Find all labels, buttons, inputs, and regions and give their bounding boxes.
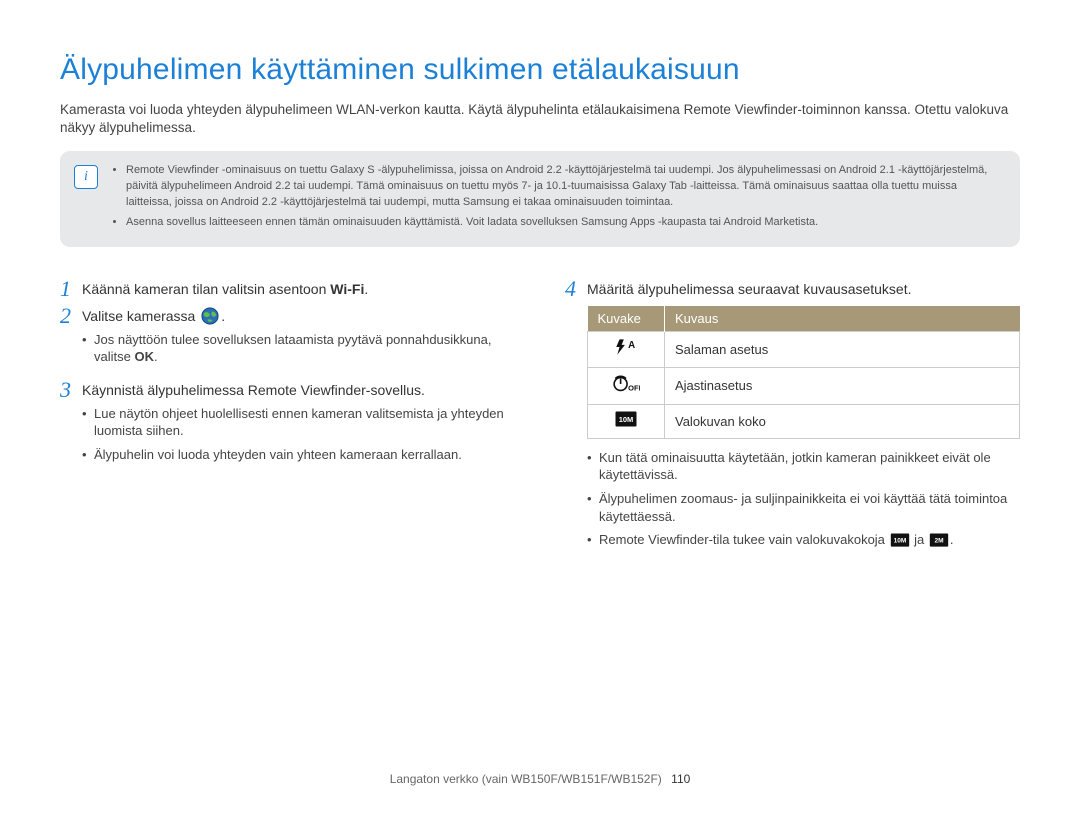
page-title: Älypuhelimen käyttäminen sulkimen etälau… (60, 50, 1020, 91)
post-item: Remote Viewfinder-tila tukee vain valoku… (587, 531, 1020, 552)
step-text: Käännä kameran tilan valitsin asentoon (82, 281, 326, 297)
svg-text:10M: 10M (893, 538, 906, 545)
cell-desc: Salaman asetus (665, 332, 1020, 368)
step-text: Valitse kamerassa (82, 308, 195, 324)
timer-off-icon: OFF (612, 374, 640, 399)
table-row: 10M Valokuvan koko (588, 405, 1020, 439)
settings-table: Kuvake Kuvaus A (587, 306, 1020, 439)
sub-item: Älypuhelin voi luoda yhteyden vain yhtee… (82, 446, 515, 464)
step-number: 4 (565, 277, 587, 300)
note-item: Asenna sovellus laitteeseen ennen tämän … (126, 215, 1004, 231)
note-item: Remote Viewfinder -ominaisuus on tuettu … (126, 163, 1004, 211)
post-item: Älypuhelimen zoomaus- ja suljinpainikkei… (587, 490, 1020, 525)
th-icon: Kuvake (588, 306, 665, 332)
step-1: 1 Käännä kameran tilan valitsin asentoon… (60, 277, 515, 300)
sub-item: Lue näytön ohjeet huolellisesti ennen ka… (82, 405, 515, 440)
note-box: i Remote Viewfinder -ominaisuus on tuett… (60, 151, 1020, 247)
step-number: 2 (60, 304, 82, 327)
th-desc: Kuvaus (665, 306, 1020, 332)
intro-text: Kamerasta voi luoda yhteyden älypuhelime… (60, 101, 1020, 137)
cell-desc: Valokuvan koko (665, 405, 1020, 439)
flash-icon: A (613, 338, 639, 361)
photo-size-10m-icon: 10M (890, 533, 910, 552)
post-text: Remote Viewfinder-tila tukee vain valoku… (599, 532, 889, 547)
step-text: Määritä älypuhelimessa seuraavat kuvausa… (587, 277, 1020, 299)
post-text: ja (911, 532, 928, 547)
step-number: 1 (60, 277, 82, 300)
svg-text:10M: 10M (619, 415, 634, 424)
page-footer: Langaton verkko (vain WB150F/WB151F/WB15… (0, 771, 1080, 787)
info-icon: i (74, 165, 98, 189)
footer-text: Langaton verkko (vain WB150F/WB151F/WB15… (390, 772, 662, 786)
sub-tail: . (154, 349, 158, 364)
photo-size-2m-icon: 2M (929, 533, 949, 552)
photo-size-10m-icon: 10M (615, 411, 637, 432)
table-row: OFF Ajastinasetus (588, 367, 1020, 405)
svg-text:2M: 2M (934, 538, 944, 545)
step-tail: . (364, 281, 368, 297)
svg-text:OFF: OFF (628, 383, 640, 392)
sub-item: Jos näyttöön tulee sovelluksen lataamist… (82, 331, 515, 366)
step-number: 3 (60, 378, 82, 401)
globe-icon (201, 307, 219, 325)
wifi-label: Wi-Fi (330, 281, 364, 297)
step-3: 3 Käynnistä älypuhelimessa Remote Viewfi… (60, 378, 515, 401)
post-text: . (950, 532, 954, 547)
post-item: Kun tätä ominaisuutta käytetään, jotkin … (587, 449, 1020, 484)
right-column: 4 Määritä älypuhelimessa seuraavat kuvau… (565, 277, 1020, 564)
table-row: A Salaman asetus (588, 332, 1020, 368)
svg-text:A: A (628, 340, 635, 351)
ok-label: OK (134, 349, 154, 364)
page-number: 110 (671, 772, 690, 786)
step-4: 4 Määritä älypuhelimessa seuraavat kuvau… (565, 277, 1020, 300)
step-2: 2 Valitse kamerassa . (60, 304, 515, 327)
step-tail: . (221, 308, 225, 324)
cell-desc: Ajastinasetus (665, 367, 1020, 405)
left-column: 1 Käännä kameran tilan valitsin asentoon… (60, 277, 515, 564)
step-text: Käynnistä älypuhelimessa Remote Viewfind… (82, 378, 515, 400)
